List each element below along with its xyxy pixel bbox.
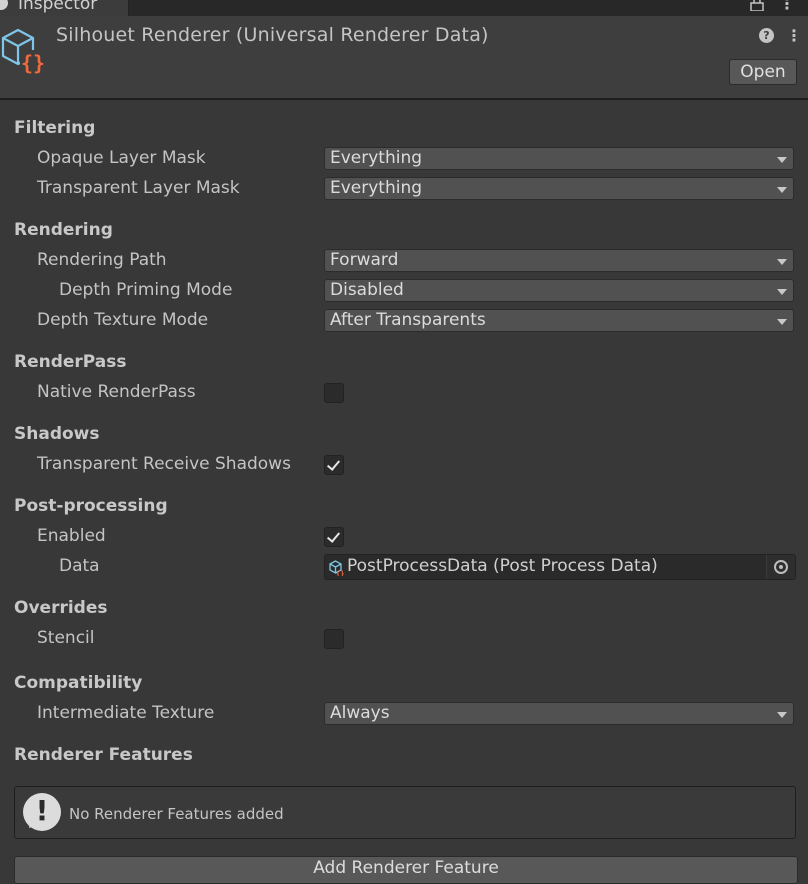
- section-shadows: Shadows: [14, 424, 100, 444]
- stencil-label: Stencil: [37, 628, 95, 648]
- section-renderer-features: Renderer Features: [14, 745, 193, 765]
- transparent-layer-mask-value: Everything: [330, 178, 423, 198]
- section-filtering: Filtering: [14, 118, 96, 138]
- warning-icon: !: [23, 793, 61, 831]
- transparent-layer-mask-label: Transparent Layer Mask: [37, 178, 240, 198]
- open-button[interactable]: Open: [729, 59, 797, 85]
- depth-priming-mode-value: Disabled: [330, 280, 404, 300]
- dropdown-arrow-icon: [777, 712, 787, 718]
- intermediate-texture-dropdown[interactable]: Always: [324, 702, 794, 725]
- transparent-receive-shadows-label: Transparent Receive Shadows: [37, 454, 291, 474]
- rendering-path-dropdown[interactable]: Forward: [324, 249, 794, 272]
- checkmark-icon: [326, 457, 341, 471]
- pp-enabled-checkbox[interactable]: [324, 527, 344, 547]
- stencil-checkbox[interactable]: [324, 629, 344, 649]
- dropdown-arrow-icon: [777, 259, 787, 265]
- post-process-data-asset-icon: {}: [329, 560, 345, 581]
- depth-priming-mode-dropdown[interactable]: Disabled: [324, 279, 794, 302]
- transparent-layer-mask-dropdown[interactable]: Everything: [324, 177, 794, 200]
- opaque-layer-mask-value: Everything: [330, 148, 423, 168]
- no-renderer-features-message: No Renderer Features added: [69, 805, 284, 823]
- section-post-processing: Post-processing: [14, 496, 168, 516]
- dropdown-arrow-icon: [777, 289, 787, 295]
- pp-enabled-label: Enabled: [37, 526, 106, 546]
- intermediate-texture-value: Always: [330, 703, 390, 723]
- help-icon[interactable]: ?: [759, 28, 774, 43]
- more-options-icon[interactable]: ⋮: [786, 26, 802, 45]
- object-picker-button[interactable]: [766, 555, 795, 579]
- dropdown-arrow-icon: [777, 157, 787, 163]
- renderer-features-help-box: ! No Renderer Features added: [14, 786, 796, 839]
- depth-texture-mode-label: Depth Texture Mode: [37, 310, 209, 330]
- tab-inspector[interactable]: Inspector: [0, 0, 129, 16]
- section-renderpass: RenderPass: [14, 352, 127, 372]
- add-renderer-feature-button[interactable]: Add Renderer Feature: [14, 856, 798, 884]
- section-rendering: Rendering: [14, 220, 113, 240]
- section-compatibility: Compatibility: [14, 673, 143, 693]
- transparent-receive-shadows-checkbox[interactable]: [324, 455, 344, 475]
- page-title: Silhouet Renderer (Universal Renderer Da…: [56, 24, 489, 46]
- depth-texture-mode-value: After Transparents: [330, 310, 486, 330]
- tab-inspector-label: Inspector: [18, 0, 98, 14]
- pp-data-object-field[interactable]: {} PostProcessData (Post Process Data): [324, 554, 796, 580]
- opaque-layer-mask-dropdown[interactable]: Everything: [324, 147, 794, 170]
- pp-data-value: PostProcessData (Post Process Data): [347, 556, 658, 576]
- depth-priming-mode-label: Depth Priming Mode: [59, 280, 233, 300]
- depth-texture-mode-dropdown[interactable]: After Transparents: [324, 309, 794, 332]
- lock-icon[interactable]: [750, 0, 764, 16]
- svg-text:{}: {}: [336, 570, 344, 576]
- renderer-data-asset-icon: {}: [0, 26, 46, 79]
- opaque-layer-mask-label: Opaque Layer Mask: [37, 148, 206, 168]
- svg-text:{}: {}: [21, 51, 45, 74]
- intermediate-texture-label: Intermediate Texture: [37, 703, 215, 723]
- dropdown-arrow-icon: [777, 319, 787, 325]
- pp-data-label: Data: [59, 556, 100, 576]
- tab-bar: Inspector ⋮: [0, 0, 808, 16]
- object-picker-icon: [774, 560, 788, 574]
- tab-menu-icon[interactable]: ⋮: [779, 0, 795, 13]
- native-renderpass-label: Native RenderPass: [37, 382, 196, 402]
- info-icon: [0, 0, 8, 10]
- rendering-path-label: Rendering Path: [37, 250, 167, 270]
- rendering-path-value: Forward: [330, 250, 399, 270]
- dropdown-arrow-icon: [777, 187, 787, 193]
- checkmark-icon: [326, 529, 341, 543]
- inspector-header: {} Silhouet Renderer (Universal Renderer…: [0, 16, 808, 100]
- native-renderpass-checkbox[interactable]: [324, 383, 344, 403]
- section-overrides: Overrides: [14, 598, 108, 618]
